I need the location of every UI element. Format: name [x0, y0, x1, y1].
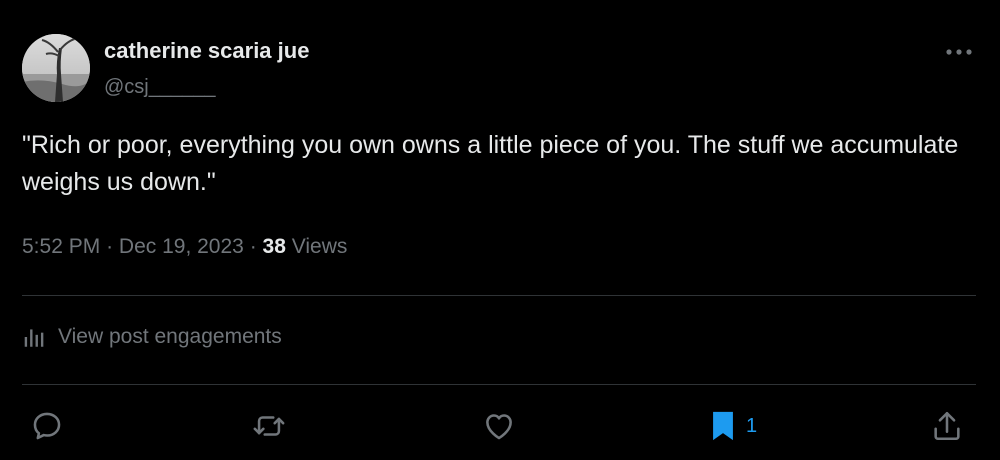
views-label: Views — [291, 235, 348, 258]
views-count: 38 — [262, 235, 286, 258]
share-button[interactable] — [930, 406, 964, 446]
repost-button[interactable] — [252, 406, 286, 446]
author-handle[interactable]: @csj______ — [104, 76, 215, 99]
post-detail: catherine scaria jue @csj______ "Rich or… — [0, 0, 1000, 460]
bookmark-icon — [713, 411, 733, 441]
divider — [22, 295, 976, 296]
share-icon — [934, 411, 960, 441]
avatar[interactable] — [22, 34, 90, 102]
post-meta: 5:52 PM · Dec 19, 2023 · 38 Views — [22, 235, 347, 259]
like-icon — [486, 414, 512, 440]
post-text: "Rich or poor, everything you own owns a… — [22, 131, 966, 196]
analytics-icon — [24, 329, 44, 347]
view-engagements-link[interactable]: View post engagements — [22, 324, 282, 350]
view-engagements-label: View post engagements — [58, 325, 282, 348]
author-display-name[interactable]: catherine scaria jue — [104, 38, 309, 64]
meta-separator: · — [249, 235, 257, 258]
avatar-image — [22, 34, 90, 102]
reply-icon — [33, 412, 61, 440]
post-date[interactable]: Dec 19, 2023 — [119, 235, 244, 258]
like-button[interactable] — [482, 406, 516, 446]
more-options-button[interactable] — [942, 38, 976, 66]
more-icon — [946, 49, 972, 55]
meta-separator: · — [106, 235, 114, 258]
divider — [22, 384, 976, 385]
post-time[interactable]: 5:52 PM — [22, 235, 100, 258]
reply-button[interactable] — [30, 406, 64, 446]
bookmark-count: 1 — [746, 414, 758, 437]
bookmark-button[interactable]: 1 — [708, 406, 757, 446]
repost-icon — [253, 416, 285, 436]
